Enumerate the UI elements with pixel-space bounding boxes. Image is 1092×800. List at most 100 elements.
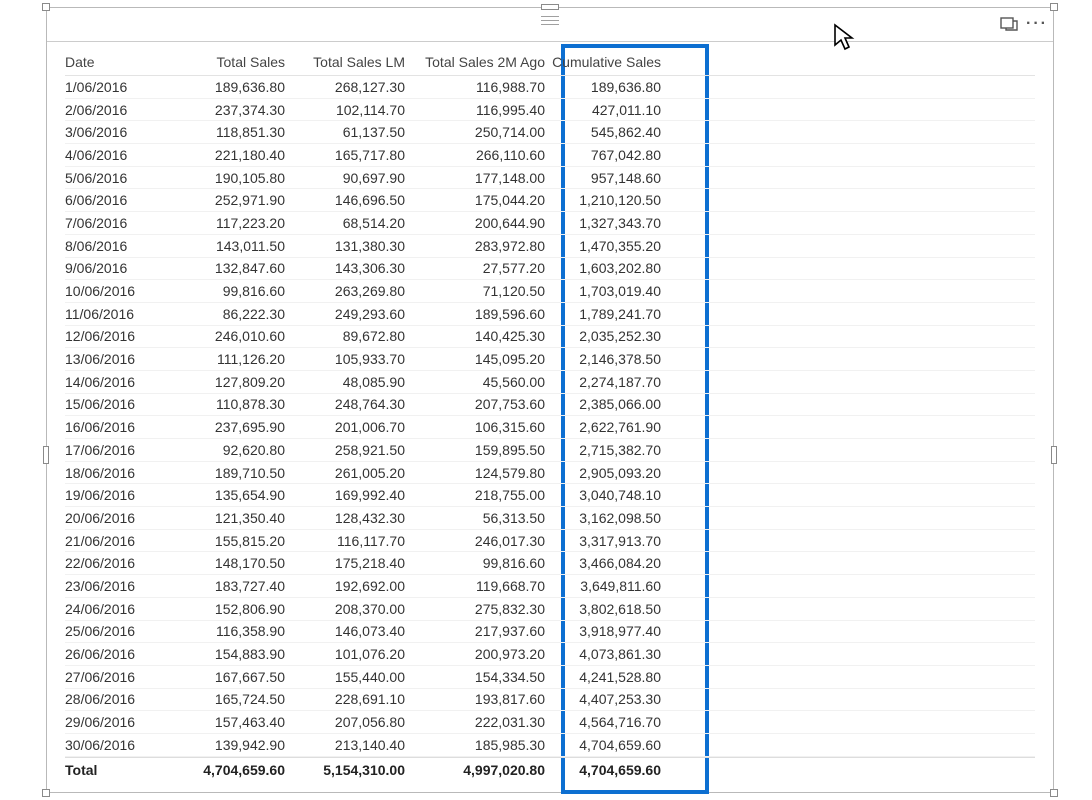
table-row[interactable]: 25/06/2016116,358.90146,073.40217,937.60… <box>65 621 1035 644</box>
cell-cumulative-sales: 1,327,343.70 <box>545 215 685 231</box>
cell-cumulative-sales: 4,073,861.30 <box>545 646 685 662</box>
cell-total-sales-2m: 175,044.20 <box>405 192 545 208</box>
cell-cumulative-sales: 3,466,084.20 <box>545 555 685 571</box>
cell-cumulative-sales: 2,622,761.90 <box>545 419 685 435</box>
table-row[interactable]: 12/06/2016246,010.6089,672.80140,425.302… <box>65 326 1035 349</box>
table-row[interactable]: 9/06/2016132,847.60143,306.3027,577.201,… <box>65 258 1035 281</box>
table-row[interactable]: 26/06/2016154,883.90101,076.20200,973.20… <box>65 643 1035 666</box>
cell-total-sales-lm: 102,114.70 <box>285 102 405 118</box>
table-row[interactable]: 22/06/2016148,170.50175,218.4099,816.603… <box>65 552 1035 575</box>
table-row[interactable]: 27/06/2016167,667.50155,440.00154,334.50… <box>65 666 1035 689</box>
cell-total-sales: 132,847.60 <box>165 260 285 276</box>
cell-total-sales-2m: 283,972.80 <box>405 238 545 254</box>
cell-total-sales-2m: 56,313.50 <box>405 510 545 526</box>
cell-cumulative-sales: 4,564,716.70 <box>545 714 685 730</box>
cell-total-sales-2m: 106,315.60 <box>405 419 545 435</box>
cell-cumulative-sales: 1,210,120.50 <box>545 192 685 208</box>
resize-handle-bl[interactable] <box>42 789 50 797</box>
cell-cumulative-sales: 2,274,187.70 <box>545 374 685 390</box>
cell-date: 8/06/2016 <box>65 238 165 254</box>
header-total-sales-lm[interactable]: Total Sales LM <box>285 54 405 70</box>
cell-total-sales: 92,620.80 <box>165 442 285 458</box>
cell-total-sales: 127,809.20 <box>165 374 285 390</box>
header-total-sales-2m[interactable]: Total Sales 2M Ago <box>405 54 545 70</box>
cell-cumulative-sales: 427,011.10 <box>545 102 685 118</box>
cell-total-sales-lm: 131,380.30 <box>285 238 405 254</box>
cell-total-sales-lm: 116,117.70 <box>285 533 405 549</box>
more-options-icon[interactable]: ··· <box>1027 14 1047 34</box>
cell-cumulative-sales: 4,241,528.80 <box>545 669 685 685</box>
table-row[interactable]: 1/06/2016189,636.80268,127.30116,988.701… <box>65 76 1035 99</box>
table-row[interactable]: 19/06/2016135,654.90169,992.40218,755.00… <box>65 484 1035 507</box>
cell-total-sales: 121,350.40 <box>165 510 285 526</box>
table-row[interactable]: 21/06/2016155,815.20116,117.70246,017.30… <box>65 530 1035 553</box>
table-row[interactable]: 20/06/2016121,350.40128,432.3056,313.503… <box>65 507 1035 530</box>
table-row[interactable]: 4/06/2016221,180.40165,717.80266,110.607… <box>65 144 1035 167</box>
cell-cumulative-sales: 4,704,659.60 <box>545 737 685 753</box>
table-row[interactable]: 3/06/2016118,851.3061,137.50250,714.0054… <box>65 121 1035 144</box>
cell-cumulative-sales: 2,146,378.50 <box>545 351 685 367</box>
table-row[interactable]: 2/06/2016237,374.30102,114.70116,995.404… <box>65 99 1035 122</box>
table-row[interactable]: 15/06/2016110,878.30248,764.30207,753.60… <box>65 394 1035 417</box>
cell-total-sales-2m: 185,985.30 <box>405 737 545 753</box>
total-label: Total <box>65 762 165 778</box>
cell-total-sales: 167,667.50 <box>165 669 285 685</box>
cell-total-sales-lm: 228,691.10 <box>285 691 405 707</box>
cell-total-sales-lm: 89,672.80 <box>285 328 405 344</box>
cell-total-sales: 148,170.50 <box>165 555 285 571</box>
header-date[interactable]: Date <box>65 54 165 70</box>
resize-handle-br[interactable] <box>1050 789 1058 797</box>
cell-total-sales-2m: 116,995.40 <box>405 102 545 118</box>
cell-cumulative-sales: 3,918,977.40 <box>545 623 685 639</box>
cell-total-sales-2m: 222,031.30 <box>405 714 545 730</box>
focus-mode-icon[interactable] <box>999 14 1019 34</box>
table-header-row: Date Total Sales Total Sales LM Total Sa… <box>65 42 1035 76</box>
cell-date: 29/06/2016 <box>65 714 165 730</box>
table-row[interactable]: 13/06/2016111,126.20105,933.70145,095.20… <box>65 348 1035 371</box>
cell-cumulative-sales: 1,603,202.80 <box>545 260 685 276</box>
cell-date: 6/06/2016 <box>65 192 165 208</box>
table-row[interactable]: 6/06/2016252,971.90146,696.50175,044.201… <box>65 189 1035 212</box>
cell-total-sales: 143,011.50 <box>165 238 285 254</box>
cell-cumulative-sales: 2,905,093.20 <box>545 465 685 481</box>
table-row[interactable]: 24/06/2016152,806.90208,370.00275,832.30… <box>65 598 1035 621</box>
table-row[interactable]: 23/06/2016183,727.40192,692.00119,668.70… <box>65 575 1035 598</box>
table-row[interactable]: 11/06/201686,222.30249,293.60189,596.601… <box>65 303 1035 326</box>
cell-total-sales: 165,724.50 <box>165 691 285 707</box>
cell-total-sales-2m: 193,817.60 <box>405 691 545 707</box>
cell-total-sales: 157,463.40 <box>165 714 285 730</box>
cell-total-sales-2m: 145,095.20 <box>405 351 545 367</box>
cell-total-sales-2m: 99,816.60 <box>405 555 545 571</box>
cell-cumulative-sales: 1,789,241.70 <box>545 306 685 322</box>
cell-total-sales: 189,636.80 <box>165 79 285 95</box>
cell-total-sales-2m: 45,560.00 <box>405 374 545 390</box>
header-total-sales[interactable]: Total Sales <box>165 54 285 70</box>
total-ts: 4,704,659.60 <box>165 762 285 778</box>
cell-total-sales-lm: 175,218.40 <box>285 555 405 571</box>
table-row[interactable]: 29/06/2016157,463.40207,056.80222,031.30… <box>65 711 1035 734</box>
cell-total-sales: 118,851.30 <box>165 124 285 140</box>
header-cumulative-sales[interactable]: Cumulative Sales <box>545 54 685 70</box>
table-row[interactable]: 16/06/2016237,695.90201,006.70106,315.60… <box>65 416 1035 439</box>
cell-total-sales-lm: 165,717.80 <box>285 147 405 163</box>
table-row[interactable]: 18/06/2016189,710.50261,005.20124,579.80… <box>65 462 1035 485</box>
table-row[interactable]: 28/06/2016165,724.50228,691.10193,817.60… <box>65 689 1035 712</box>
cell-date: 27/06/2016 <box>65 669 165 685</box>
visual-frame[interactable]: ··· Date Total Sales Total Sales LM Tota… <box>46 7 1054 793</box>
drag-grip-icon[interactable] <box>541 16 559 25</box>
table-row[interactable]: 17/06/201692,620.80258,921.50159,895.502… <box>65 439 1035 462</box>
cell-total-sales-lm: 263,269.80 <box>285 283 405 299</box>
table-row[interactable]: 30/06/2016139,942.90213,140.40185,985.30… <box>65 734 1035 757</box>
cell-date: 16/06/2016 <box>65 419 165 435</box>
cell-total-sales-2m: 207,753.60 <box>405 396 545 412</box>
cell-date: 22/06/2016 <box>65 555 165 571</box>
table-row[interactable]: 10/06/201699,816.60263,269.8071,120.501,… <box>65 280 1035 303</box>
cell-date: 25/06/2016 <box>65 623 165 639</box>
table-row[interactable]: 14/06/2016127,809.2048,085.9045,560.002,… <box>65 371 1035 394</box>
table-row[interactable]: 5/06/2016190,105.8090,697.90177,148.0095… <box>65 167 1035 190</box>
table-row[interactable]: 8/06/2016143,011.50131,380.30283,972.801… <box>65 235 1035 258</box>
table-row[interactable]: 7/06/2016117,223.2068,514.20200,644.901,… <box>65 212 1035 235</box>
cell-date: 9/06/2016 <box>65 260 165 276</box>
cell-date: 3/06/2016 <box>65 124 165 140</box>
cell-total-sales-lm: 155,440.00 <box>285 669 405 685</box>
